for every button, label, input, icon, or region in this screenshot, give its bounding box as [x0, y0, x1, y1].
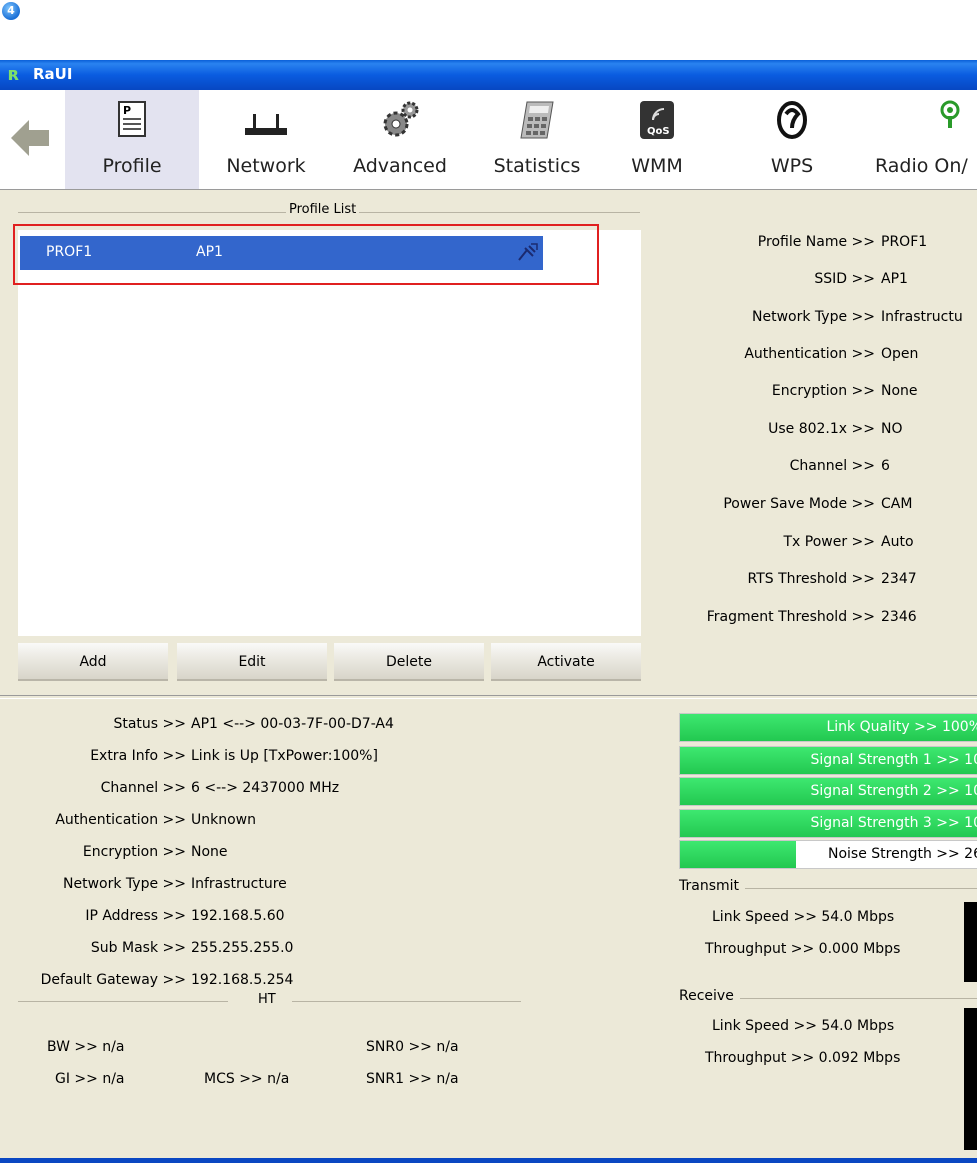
detail-network-type: Network Type >> Infrastructu	[752, 309, 963, 325]
noise-strength-bar: Noise Strength >> 26	[679, 840, 977, 869]
profile-list-title: Profile List	[286, 202, 360, 217]
tab-wmm[interactable]: QoS WMM	[607, 90, 707, 189]
tab-wmm-label: WMM	[631, 155, 683, 177]
detail-use-8021x: Use 802.1x >> NO	[768, 421, 903, 437]
highlight-frame	[13, 224, 599, 285]
ht-mcs: MCS >> n/a	[204, 1071, 290, 1087]
status-sub-mask: Sub Mask >> 255.255.255.0	[90, 940, 294, 956]
signal-strength-1-bar: Signal Strength 1 >> 10	[679, 746, 977, 775]
transmit-graph	[964, 902, 977, 982]
section-divider	[0, 695, 977, 699]
tab-network[interactable]: Network	[199, 90, 333, 189]
tab-radio-on[interactable]: Radio On/	[842, 90, 977, 189]
link-quality-label: Link Quality >> 100%	[826, 719, 977, 735]
signal-strength-2-label: Signal Strength 2 >> 10	[810, 783, 977, 799]
back-arrow-icon	[11, 120, 49, 156]
svg-text:P: P	[123, 104, 131, 117]
gears-icon	[383, 101, 419, 137]
detail-authentication: Authentication >> Open	[744, 346, 919, 362]
tab-advanced-label: Advanced	[353, 155, 447, 177]
status-connection: Status >> AP1 <--> 00-03-7F-00-D7-A4	[113, 716, 394, 732]
signal-strength-2-bar: Signal Strength 2 >> 10	[679, 777, 977, 806]
delete-profile-button[interactable]: Delete	[334, 643, 484, 681]
detail-ssid: SSID >> AP1	[814, 271, 908, 287]
detail-power-save-mode: Power Save Mode >> CAM	[723, 496, 913, 512]
detail-fragment-threshold: Fragment Threshold >> 2346	[706, 609, 917, 625]
status-extra-info: Extra Info >> Link is Up [TxPower:100%]	[90, 748, 378, 764]
profile-list[interactable]	[18, 230, 641, 636]
window-bottom-border	[0, 1158, 977, 1163]
add-profile-button[interactable]: Add	[18, 643, 168, 681]
receive-graph	[964, 1008, 977, 1150]
tab-wps[interactable]: WPS	[742, 90, 842, 189]
raui-window: ʀ RaUI P Profile Network Advanced Statis…	[0, 60, 977, 1163]
calculator-icon	[520, 101, 554, 139]
edit-profile-button[interactable]: Edit	[177, 643, 327, 681]
ht-separator-right	[292, 1001, 521, 1002]
tab-radio-on-label: Radio On/	[875, 155, 968, 177]
tab-wps-label: WPS	[770, 155, 814, 177]
detail-tx-power: Tx Power >> Auto	[783, 534, 914, 550]
transmit-throughput: Throughput >> 0.000 Mbps	[705, 941, 901, 957]
tab-statistics-label: Statistics	[493, 155, 581, 177]
link-quality-bar: Link Quality >> 100%	[679, 713, 977, 742]
tab-profile[interactable]: P Profile	[65, 90, 199, 189]
router-icon	[245, 114, 287, 135]
ht-snr1: SNR1 >> n/a	[366, 1071, 459, 1087]
tab-advanced[interactable]: Advanced	[333, 90, 467, 189]
receive-link-speed: Link Speed >> 54.0 Mbps	[712, 1018, 895, 1034]
ht-bw: BW >> n/a	[47, 1039, 125, 1055]
transmit-link-speed: Link Speed >> 54.0 Mbps	[712, 909, 895, 925]
noise-strength-fill	[680, 841, 797, 868]
status-ip-address: IP Address >> 192.168.5.60	[85, 908, 285, 924]
back-button[interactable]	[0, 90, 62, 189]
radio-antenna-icon	[940, 100, 960, 128]
profile-document-icon: P	[118, 101, 146, 137]
activate-profile-button[interactable]: Activate	[491, 643, 641, 681]
toolbar: P Profile Network Advanced Statistics Qo…	[0, 90, 977, 190]
detail-encryption: Encryption >> None	[771, 383, 918, 399]
noise-strength-label: Noise Strength >> 26	[827, 846, 977, 862]
detail-rts-threshold: RTS Threshold >> 2347	[747, 571, 917, 587]
window-title: RaUI	[33, 65, 73, 83]
receive-throughput: Throughput >> 0.092 Mbps	[705, 1050, 901, 1066]
ht-separator-left	[18, 1001, 228, 1002]
qos-icon: QoS	[640, 101, 674, 139]
status-channel: Channel >> 6 <--> 2437000 MHz	[100, 780, 340, 796]
tab-profile-label: Profile	[102, 155, 162, 177]
tab-network-label: Network	[226, 155, 306, 177]
ht-snr0: SNR0 >> n/a	[366, 1039, 459, 1055]
ht-gi: GI >> n/a	[55, 1071, 125, 1087]
status-default-gateway: Default Gateway >> 192.168.5.254	[40, 972, 294, 988]
signal-strength-3-label: Signal Strength 3 >> 10	[810, 815, 977, 831]
detail-channel: Channel >> 6	[789, 458, 890, 474]
status-network-type: Network Type >> Infrastructure	[63, 876, 287, 892]
signal-strength-1-label: Signal Strength 1 >> 10	[810, 752, 977, 768]
signal-strength-3-bar: Signal Strength 3 >> 10	[679, 809, 977, 838]
step-number-badge: 4	[2, 2, 20, 20]
receive-title: Receive	[679, 988, 740, 1004]
qos-badge-text: QoS	[647, 126, 670, 137]
status-encryption: Encryption >> None	[82, 844, 228, 860]
ht-title: HT	[258, 992, 276, 1007]
wps-icon	[777, 101, 807, 139]
tab-statistics[interactable]: Statistics	[467, 90, 607, 189]
title-bar[interactable]: ʀ RaUI	[0, 60, 977, 90]
transmit-title: Transmit	[679, 878, 746, 894]
status-authentication: Authentication >> Unknown	[55, 812, 256, 828]
detail-profile-name: Profile Name >> PROF1	[757, 234, 928, 250]
raui-app-icon: ʀ	[8, 64, 20, 85]
